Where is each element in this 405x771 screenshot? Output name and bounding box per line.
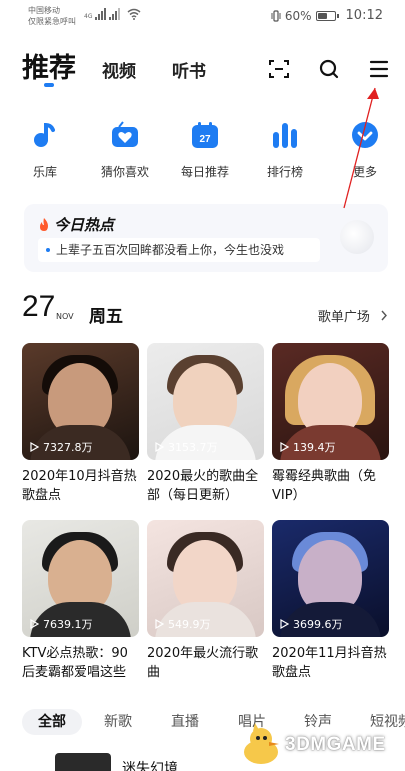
playlist-title: KTV必点热歌：90后麦霸都爱唱这些 xyxy=(22,646,128,680)
scan-icon[interactable] xyxy=(267,57,291,81)
wifi-icon xyxy=(127,8,141,20)
search-icon[interactable] xyxy=(317,57,341,81)
playlist-cover: 7639.1万 xyxy=(22,520,139,637)
play-count-value: 139.4万 xyxy=(293,441,336,454)
status-right: 60% 10:12 xyxy=(271,8,383,23)
category-tab-new[interactable]: 新歌 xyxy=(104,709,132,735)
playlist-title: 2020年11月抖音热歌盘点 xyxy=(272,646,387,680)
menu-icon[interactable] xyxy=(367,57,391,81)
chevron-right-icon xyxy=(381,310,387,321)
flame-icon xyxy=(40,217,48,231)
hot-today-disc-icon xyxy=(340,220,374,254)
carrier-name: 中国移动 xyxy=(28,6,60,15)
hot-today-item-text: 上辈子五百次回眸都没看上你，今生也没戏 xyxy=(56,243,285,257)
quick-entry-label: 每日推荐 xyxy=(180,165,229,179)
play-count: 7639.1万 xyxy=(30,616,93,632)
hot-today-title-text: 今日热点 xyxy=(54,216,115,234)
category-tab-all[interactable]: 全部 xyxy=(22,709,82,735)
play-count: 139.4万 xyxy=(280,439,336,455)
mascot-logo-icon xyxy=(244,723,279,764)
playlist-cover: 7327.8万 xyxy=(22,343,139,460)
music-note-icon xyxy=(30,120,60,150)
playlist-cover: 139.4万 xyxy=(272,343,389,460)
carrier-status: 仅限紧急呼叫 xyxy=(28,17,76,26)
chevron-down-icon xyxy=(350,120,380,150)
play-icon xyxy=(155,619,164,629)
playlist-square-label: 歌单广场 xyxy=(317,310,370,325)
play-count-value: 7639.1万 xyxy=(43,618,93,631)
quick-entry-guess-you-like[interactable]: 猜你喜欢 xyxy=(90,120,160,180)
playlist-cover: 3699.6万 xyxy=(272,520,389,637)
top-nav: 推荐 视频 听书 xyxy=(0,40,405,92)
watermark-text: 3DMGAME xyxy=(285,734,386,755)
vibrate-icon xyxy=(271,9,281,22)
signal-icon xyxy=(95,8,107,20)
bar-chart-icon xyxy=(270,120,300,150)
quick-entry-label: 更多 xyxy=(352,165,377,179)
playlist-cover: 549.9万 xyxy=(147,520,264,637)
signal-2-icon xyxy=(109,8,121,20)
quick-entry-daily[interactable]: 27 每日推荐 xyxy=(170,120,240,180)
hot-today-title: 今日热点 xyxy=(38,214,114,235)
watermark: 3DMGAME xyxy=(235,722,403,768)
active-tab-indicator xyxy=(44,83,54,87)
playlist-card[interactable]: 3699.6万 2020年11月抖音热歌盘点 xyxy=(272,520,389,682)
list-item-title: 迷失幻境 xyxy=(122,761,178,771)
play-icon xyxy=(30,442,39,452)
quick-entry-label: 乐库 xyxy=(32,165,57,179)
play-icon xyxy=(280,619,289,629)
playlist-card[interactable]: 7327.8万 2020年10月抖音热歌盘点 xyxy=(22,343,139,505)
tab-video[interactable]: 视频 xyxy=(102,57,136,82)
network-badge: 4G xyxy=(84,13,93,20)
playlist-card[interactable]: 3153.7万 2020最火的歌曲全部（每日更新） xyxy=(147,343,264,505)
list-item-thumbnail xyxy=(55,753,111,771)
play-count: 3153.7万 xyxy=(155,439,218,455)
bullet-dot xyxy=(46,248,50,252)
calendar-icon: 27 xyxy=(190,120,220,150)
date-header: 27 NOV 周五 歌单广场 xyxy=(22,290,388,330)
play-count: 3699.6万 xyxy=(280,616,343,632)
quick-entry-label: 猜你喜欢 xyxy=(100,165,149,179)
playlist-cover: 3153.7万 xyxy=(147,343,264,460)
date-weekday: 周五 xyxy=(89,307,123,327)
play-icon xyxy=(280,442,289,452)
signal-icons: 4G xyxy=(84,8,141,20)
play-count-value: 3699.6万 xyxy=(293,618,343,631)
playlist-title: 2020年最火流行歌曲 xyxy=(147,646,259,680)
play-count: 549.9万 xyxy=(155,616,211,632)
quick-entry-charts[interactable]: 排行榜 xyxy=(250,120,320,180)
playlist-card[interactable]: 139.4万 霉霉经典歌曲（免VIP） xyxy=(272,343,389,505)
calendar-badge: 27 xyxy=(199,134,211,145)
category-tab-live[interactable]: 直播 xyxy=(171,709,199,735)
date-month: NOV xyxy=(56,312,74,321)
tab-recommend[interactable]: 推荐 xyxy=(22,46,76,85)
clock: 10:12 xyxy=(345,8,383,23)
play-count-value: 7327.8万 xyxy=(43,441,93,454)
playlist-title: 2020最火的歌曲全部（每日更新） xyxy=(147,469,259,503)
playlist-card[interactable]: 549.9万 2020年最火流行歌曲 xyxy=(147,520,264,682)
carrier-info: 中国移动 仅限紧急呼叫 xyxy=(28,5,76,27)
play-icon xyxy=(155,442,164,452)
playlist-title: 霉霉经典歌曲（免VIP） xyxy=(272,469,377,503)
battery-icon xyxy=(315,10,339,21)
play-count-value: 549.9万 xyxy=(168,618,211,631)
playlist-card[interactable]: 7639.1万 KTV必点热歌：90后麦霸都爱唱这些 xyxy=(22,520,139,682)
quick-entry-label: 排行榜 xyxy=(266,165,303,179)
quick-entry-row: 乐库 猜你喜欢 27 每日推荐 排行榜 更多 xyxy=(0,120,405,186)
heart-radio-icon xyxy=(110,120,140,150)
hot-today-item[interactable]: 上辈子五百次回眸都没看上你，今生也没戏 xyxy=(38,238,320,262)
play-count-value: 3153.7万 xyxy=(168,441,218,454)
tab-audiobook[interactable]: 听书 xyxy=(172,57,206,82)
play-count: 7327.8万 xyxy=(30,439,93,455)
playlist-square-link[interactable]: 歌单广场 xyxy=(318,306,388,325)
quick-entry-more[interactable]: 更多 xyxy=(330,120,400,180)
hot-today-card[interactable]: 今日热点 上辈子五百次回眸都没看上你，今生也没戏 xyxy=(24,204,388,272)
quick-entry-library[interactable]: 乐库 xyxy=(10,120,80,180)
play-icon xyxy=(30,619,39,629)
date-day: 27 xyxy=(22,290,56,323)
battery-percent: 60% xyxy=(284,8,312,23)
playlist-title: 2020年10月抖音热歌盘点 xyxy=(22,469,137,503)
status-bar: 中国移动 仅限紧急呼叫 4G 60% 10:12 xyxy=(0,0,405,32)
